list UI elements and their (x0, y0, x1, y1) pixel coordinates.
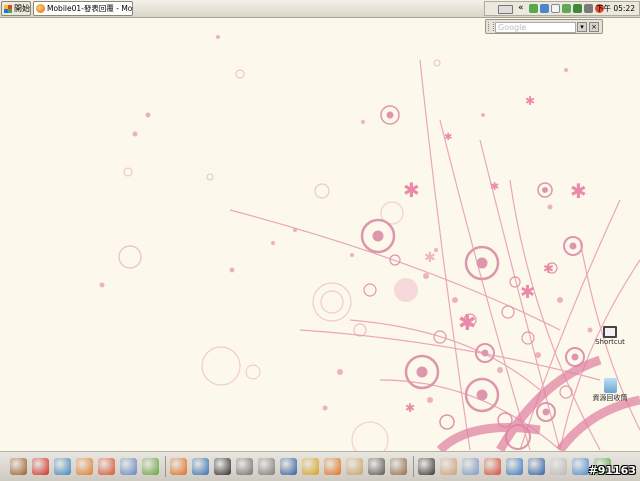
taskbar-item-label: Mobile01-發表回覆 - Mo... (47, 4, 133, 13)
picture-viewer-icon[interactable] (54, 458, 71, 475)
photo-icon[interactable] (506, 458, 523, 475)
sunflower-icon[interactable] (302, 458, 319, 475)
calculator-icon[interactable] (550, 458, 567, 475)
svg-text:✱: ✱ (403, 178, 420, 202)
desktop-icon-label: 資源回收筒 (592, 394, 628, 402)
svg-text:✱: ✱ (444, 132, 452, 143)
start-button[interactable]: 開始 (1, 1, 31, 16)
drag-handle[interactable] (488, 22, 494, 31)
play-icon[interactable] (324, 458, 341, 475)
chat-icon[interactable] (551, 4, 560, 13)
tray-expand-button[interactable]: « (518, 2, 524, 15)
documents-icon[interactable] (346, 458, 363, 475)
svg-text:✱: ✱ (458, 311, 476, 336)
football-icon[interactable] (10, 458, 27, 475)
firefox-icon (36, 4, 45, 13)
dock-separator (165, 456, 166, 477)
paint-icon[interactable] (76, 458, 93, 475)
desktop-icon-shortcut[interactable]: Shortcut (588, 326, 632, 346)
piano-icon[interactable] (214, 458, 231, 475)
start-label: 開始 (14, 4, 30, 13)
winamp-icon[interactable] (236, 458, 253, 475)
arrow-tool-icon[interactable] (120, 458, 137, 475)
wallpaper-dots (99, 35, 593, 411)
google-search-bar: Google ▾ × (485, 19, 603, 34)
bug-icon[interactable] (418, 458, 435, 475)
brush-icon[interactable] (390, 458, 407, 475)
easel-icon (603, 326, 617, 338)
taskbar: 開始 Mobile01-發表回覆 - Mo... « 下午 05:22 (0, 0, 640, 18)
desktop-icon-label: Shortcut (595, 338, 625, 346)
pin-icon[interactable] (462, 458, 479, 475)
svg-text:✱: ✱ (424, 250, 436, 266)
eye-icon[interactable] (98, 458, 115, 475)
network-icon[interactable] (562, 4, 571, 13)
book-icon[interactable] (280, 458, 297, 475)
desktop-icon-recycle-bin[interactable]: 資源回收筒 (588, 378, 632, 403)
svg-text:✱: ✱ (520, 282, 535, 303)
leaf-icon[interactable] (142, 458, 159, 475)
svg-text:✱: ✱ (543, 262, 554, 277)
monitor-icon[interactable] (573, 4, 582, 13)
recycle-icon[interactable] (529, 4, 538, 13)
svg-text:✱: ✱ (570, 179, 587, 203)
application-dock (0, 451, 640, 481)
wrench-icon[interactable] (258, 458, 275, 475)
recycle-bin-icon (603, 378, 617, 393)
google-search-input[interactable]: Google (495, 22, 576, 33)
windows-logo-icon (4, 5, 12, 13)
system-tray: « 下午 05:22 (484, 1, 640, 16)
chevron-down-icon[interactable]: ▾ (577, 22, 587, 32)
keyboard-icon[interactable] (498, 5, 513, 14)
close-icon[interactable]: × (589, 22, 599, 32)
svg-text:✱: ✱ (490, 180, 499, 193)
hand-icon[interactable] (440, 458, 457, 475)
speaker-icon[interactable] (584, 4, 593, 13)
svg-text:✱: ✱ (405, 401, 415, 415)
thunderbird-icon[interactable] (192, 458, 209, 475)
shield-icon[interactable] (540, 4, 549, 13)
dock-separator (413, 456, 414, 477)
acrobat-icon[interactable] (32, 458, 49, 475)
svg-text:✱: ✱ (525, 94, 535, 108)
globe-icon[interactable] (572, 458, 589, 475)
watermark: #91163 (588, 464, 637, 477)
desktop-wallpaper: ✱ ✱ ✱ ✱ ✱ ✱ ✱ ✱ ✱ ✱ (99, 35, 640, 451)
taskbar-item-browser[interactable]: Mobile01-發表回覆 - Mo... (33, 1, 133, 16)
clock[interactable]: 下午 05:22 (596, 2, 635, 15)
palette-icon[interactable] (484, 458, 501, 475)
firefox-icon[interactable] (170, 458, 187, 475)
image-editor-icon[interactable] (528, 458, 545, 475)
pen-icon[interactable] (368, 458, 385, 475)
